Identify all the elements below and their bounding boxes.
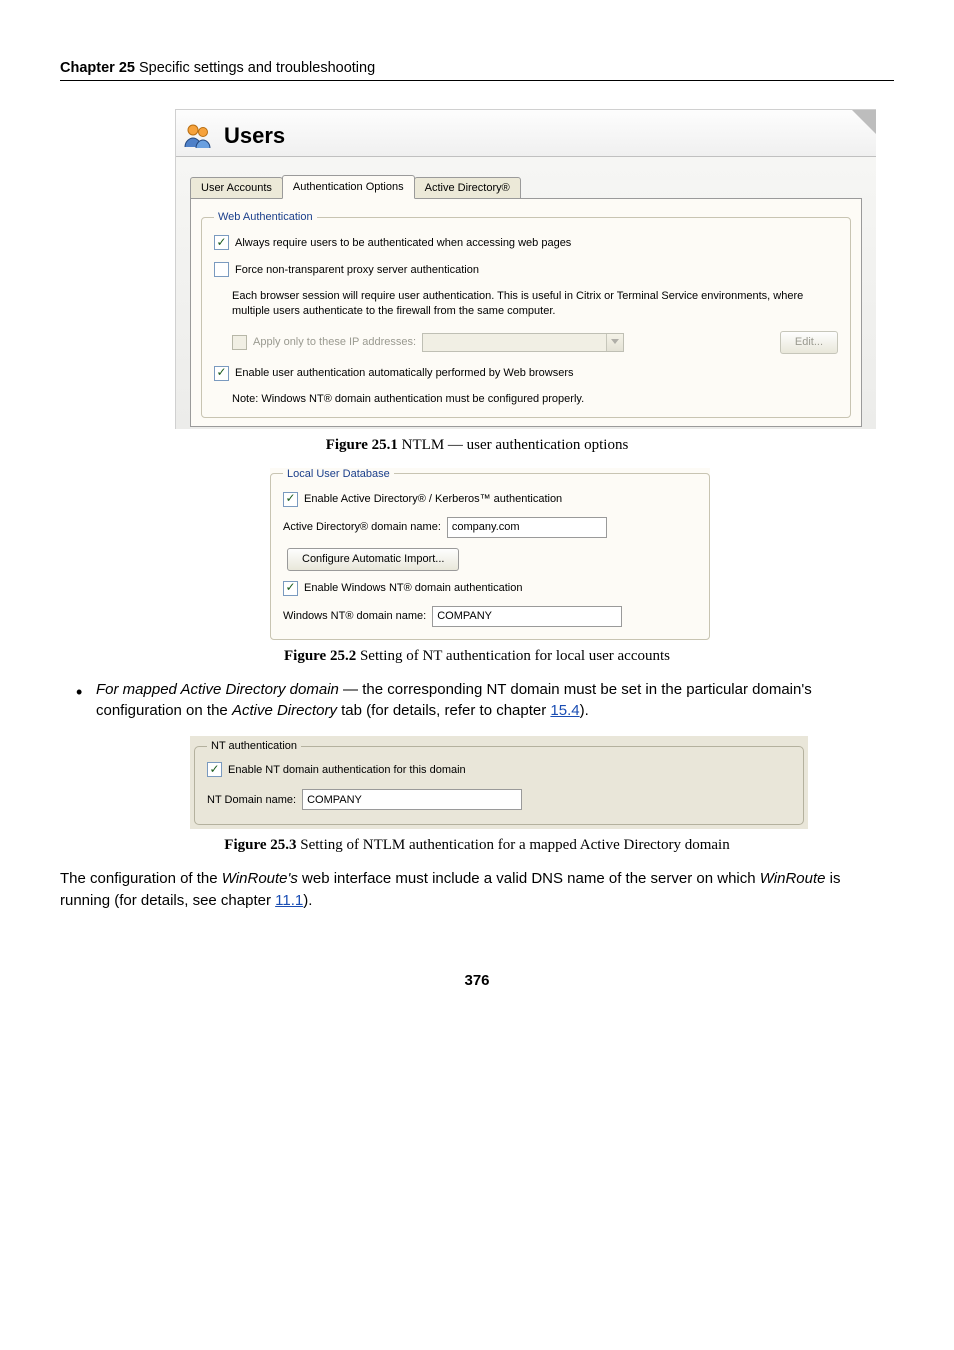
figure-caption-25-3: Figure 25.3 Setting of NTLM authenticati…	[60, 837, 894, 854]
paragraph-winroute-dns: The configuration of the WinRoute's web …	[60, 868, 894, 912]
web-authentication-legend: Web Authentication	[214, 211, 317, 223]
figure-caption-25-1: Figure 25.1 NTLM — user authentication o…	[60, 437, 894, 454]
label-enable-nt-for-domain: Enable NT domain authentication for this…	[228, 764, 466, 776]
tab-user-accounts[interactable]: User Accounts	[190, 177, 283, 199]
tab-active-directory[interactable]: Active Directory®	[414, 177, 521, 199]
chapter-title: Specific settings and troubleshooting	[135, 60, 375, 76]
chapter-header: Chapter 25 Specific settings and trouble…	[60, 60, 894, 81]
page-number: 376	[60, 972, 894, 989]
edit-button: Edit...	[780, 331, 838, 354]
bullet-mapped-ad-domain: For mapped Active Directory domain — the…	[96, 679, 894, 723]
nt-authentication-legend: NT authentication	[207, 740, 301, 752]
checkbox-enable-ad-kerberos[interactable]	[283, 492, 298, 507]
users-panel-title: Users	[224, 123, 285, 149]
input-ad-domain-name[interactable]	[447, 517, 607, 538]
chapter-number: Chapter 25	[60, 60, 135, 76]
input-nt-domain-name-2[interactable]	[302, 789, 522, 810]
checkbox-enable-nt-domain[interactable]	[283, 581, 298, 596]
tab-pane-authentication: Web Authentication Always require users …	[190, 198, 862, 427]
nt-authentication-panel: NT authentication Enable NT domain authe…	[190, 736, 808, 829]
figure-caption-25-2: Figure 25.2 Setting of NT authentication…	[60, 648, 894, 665]
link-chapter-11-1[interactable]: 11.1	[275, 892, 303, 909]
tab-bar: User Accounts Authentication Options Act…	[190, 175, 862, 199]
note-nt-domain: Note: Windows NT® domain authentication …	[232, 393, 584, 405]
local-user-database-legend: Local User Database	[283, 468, 394, 480]
checkbox-force-nontransparent[interactable]	[214, 262, 229, 277]
local-user-database-panel: Local User Database Enable Active Direct…	[270, 468, 710, 640]
checkbox-always-require[interactable]	[214, 235, 229, 250]
users-icon	[182, 120, 214, 152]
nt-authentication-group: NT authentication Enable NT domain authe…	[194, 740, 804, 825]
label-enable-ad-kerberos: Enable Active Directory® / Kerberos™ aut…	[304, 493, 562, 505]
checkbox-enable-nt-for-domain[interactable]	[207, 762, 222, 777]
checkbox-apply-only-ip	[232, 335, 247, 350]
users-panel-header: Users	[176, 110, 876, 157]
checkbox-enable-auto-auth[interactable]	[214, 366, 229, 381]
web-authentication-group: Web Authentication Always require users …	[201, 211, 851, 418]
label-enable-auto-auth: Enable user authentication automatically…	[235, 367, 574, 379]
bullet-list: For mapped Active Directory domain — the…	[60, 679, 894, 723]
chevron-down-icon	[606, 334, 623, 351]
input-nt-domain-name[interactable]	[432, 606, 622, 627]
tab-authentication-options[interactable]: Authentication Options	[282, 175, 415, 199]
label-nt-domain-name-2: NT Domain name:	[207, 794, 296, 806]
label-enable-nt-domain: Enable Windows NT® domain authentication	[304, 582, 522, 594]
configure-import-button[interactable]: Configure Automatic Import...	[287, 548, 459, 571]
label-nt-domain-name: Windows NT® domain name:	[283, 610, 426, 622]
local-user-database-group: Local User Database Enable Active Direct…	[270, 468, 710, 640]
label-apply-only-ip: Apply only to these IP addresses:	[253, 336, 416, 348]
page-curl-decoration	[852, 110, 876, 134]
users-panel: Users User Accounts Authentication Optio…	[175, 109, 876, 429]
link-chapter-15-4[interactable]: 15.4	[550, 702, 579, 719]
label-always-require: Always require users to be authenticated…	[235, 237, 571, 249]
label-ad-domain-name: Active Directory® domain name:	[283, 521, 441, 533]
label-force-nontransparent: Force non-transparent proxy server authe…	[235, 264, 479, 276]
combo-ip-addresses	[422, 333, 624, 352]
description-force-nontransparent: Each browser session will require user a…	[232, 289, 838, 319]
